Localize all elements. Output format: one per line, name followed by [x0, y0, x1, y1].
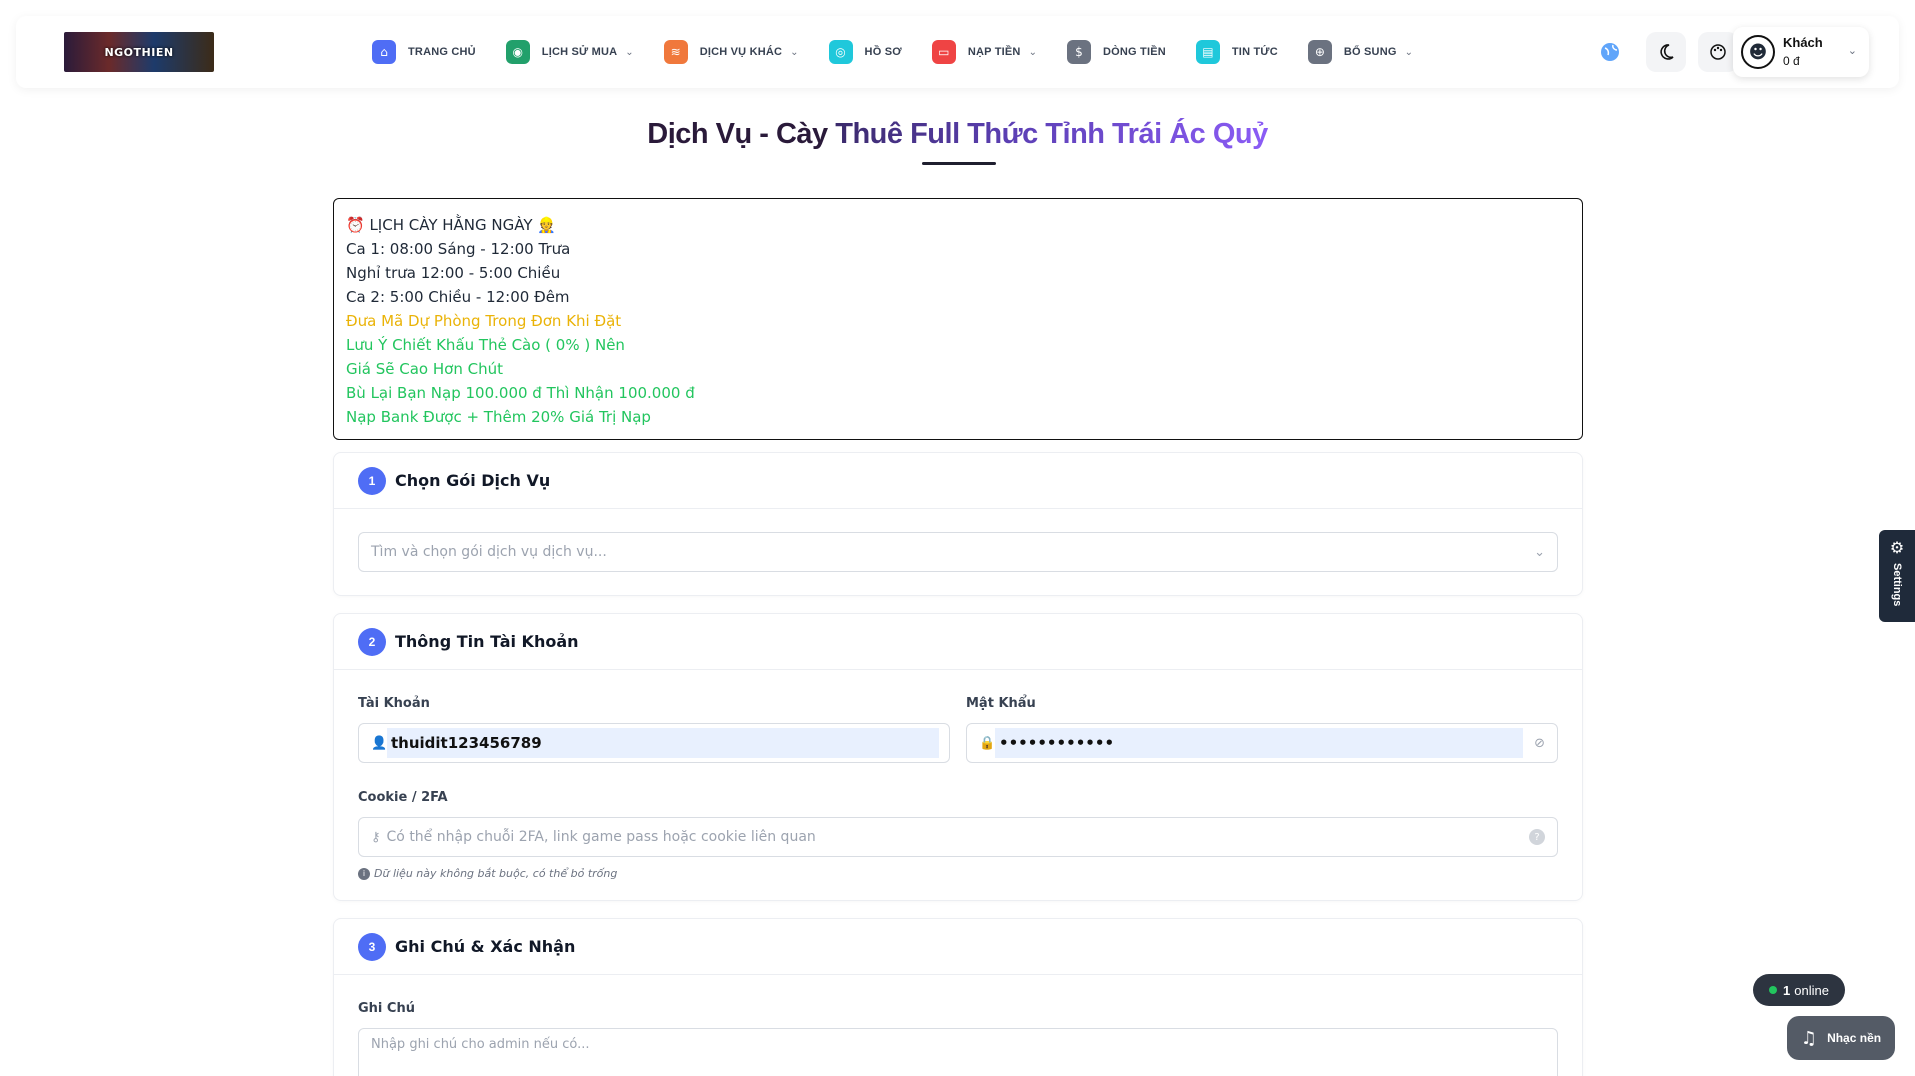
background-music-button[interactable]: ♫ Nhạc nền: [1787, 1016, 1895, 1060]
nav-label: TIN TỨC: [1231, 46, 1278, 58]
avatar: ☻: [1741, 35, 1775, 69]
wallet-icon: ▭: [931, 40, 956, 64]
cookie-2fa-field[interactable]: ⚷ Có thể nhập chuỗi 2FA, link game pass …: [358, 817, 1558, 857]
nav-label: NẠP TIỀN: [967, 46, 1021, 58]
page-title: Dịch Vụ - Cày Thuê Full Thức Tỉnh Trái Á…: [647, 118, 1268, 150]
nav-item-5[interactable]: $ DÒNG TIỀN: [1066, 38, 1166, 66]
help-icon[interactable]: ?: [1529, 829, 1545, 845]
user-menu[interactable]: ☻ Khách 0 đ ⌄: [1733, 27, 1869, 77]
chevron-down-icon: ⌄: [1404, 46, 1413, 58]
card-title: Ghi Chú & Xác Nhận: [395, 937, 576, 956]
user-name: Khách: [1783, 35, 1823, 50]
password-label: Mật Khẩu: [966, 696, 1036, 711]
notice-line: Bù Lại Bạn Nạp 100.000 đ Thì Nhận 100.00…: [346, 384, 695, 402]
nav-item-4[interactable]: ▭ NẠP TIỀN ⌄: [931, 38, 1037, 66]
gear-icon: ⚙: [1889, 538, 1905, 557]
step-number: 2: [358, 627, 386, 656]
notice-heading: ⏰ LỊCH CÀY HẰNG NGÀY 👷: [346, 216, 556, 234]
nav-label: DÒNG TIỀN: [1102, 46, 1166, 58]
user-balance: 0 đ: [1783, 54, 1800, 68]
layers-icon: ≋: [663, 40, 688, 64]
dollar-icon: $: [1066, 40, 1091, 64]
chevron-down-icon: ⌄: [1534, 544, 1545, 560]
cookie-label: Cookie / 2FA: [358, 790, 448, 805]
nav-item-2[interactable]: ≋ DỊCH VỤ KHÁC ⌄: [663, 38, 799, 66]
music-note-icon: ♫: [1800, 1027, 1818, 1049]
password-field[interactable]: 🔒 •••••••••••• ⊘: [966, 723, 1558, 763]
user-icon: 👤: [371, 735, 388, 751]
news-icon: ▤: [1195, 40, 1220, 64]
nav-label: BỔ SUNG: [1343, 46, 1397, 58]
notice-line: Giá Sẽ Cao Hơn Chút: [346, 360, 503, 378]
profile-icon: ◎: [828, 40, 853, 64]
nav-label: LỊCH SỬ MUA: [541, 46, 618, 58]
nav-item-3[interactable]: ◎ HỒ SƠ: [828, 38, 902, 66]
notice-line: Lưu Ý Chiết Khấu Thẻ Cào ( 0% ) Nên: [346, 336, 625, 354]
service-package-select[interactable]: Tìm và chọn gói dịch vụ dịch vụ... ⌄: [358, 532, 1558, 572]
info-icon: i: [358, 867, 370, 880]
title-underline: [922, 162, 996, 165]
step2-card: 2 Thông Tin Tài Khoản Tài Khoản 👤 thuidi…: [333, 613, 1583, 901]
top-navbar: NGOTHIEN ⌂ TRANG CHỦ ◉ LỊCH SỬ MUA ⌄ ≋ DỊCH VỤ…: [16, 16, 1899, 88]
chevron-down-icon: ⌄: [1847, 44, 1857, 57]
password-value: ••••••••••••: [995, 728, 1523, 758]
nav-item-0[interactable]: ⌂ TRANG CHỦ: [372, 38, 476, 66]
language-globe-icon[interactable]: [1590, 32, 1630, 72]
notice-line: Nạp Bank Được + Thêm 20% Giá Trị Nạp: [346, 408, 651, 426]
nav-label: DỊCH VỤ KHÁC: [699, 46, 783, 58]
main-nav: ⌂ TRANG CHỦ ◉ LỊCH SỬ MUA ⌄ ≋ DỊCH VỤ KHÁC ⌄ ◎ HỒ…: [372, 38, 1443, 66]
chevron-down-icon: ⌄: [1028, 46, 1037, 58]
nav-item-1[interactable]: ◉ LỊCH SỬ MUA ⌄: [505, 38, 634, 66]
nav-label: TRANG CHỦ: [408, 46, 476, 58]
card-title: Thông Tin Tài Khoản: [395, 632, 579, 651]
nav-label: HỒ SƠ: [864, 46, 902, 58]
eye-off-icon[interactable]: ⊘: [1534, 736, 1545, 751]
home-icon: ⌂: [372, 40, 396, 64]
account-label: Tài Khoản: [358, 696, 430, 711]
gamepad-icon: ◉: [505, 40, 530, 64]
note-textarea[interactable]: Nhập ghi chú cho admin nếu có...: [358, 1028, 1558, 1076]
nav-item-7[interactable]: ⊕ BỔ SUNG ⌄: [1307, 38, 1413, 66]
palette-icon[interactable]: [1698, 32, 1738, 72]
dark-mode-moon-icon[interactable]: [1646, 32, 1686, 72]
chevron-down-icon: ⌄: [625, 46, 634, 58]
step-number: 3: [358, 932, 386, 961]
notice-line: Nghỉ trưa 12:00 - 5:00 Chiều: [346, 264, 561, 282]
step1-card: 1 Chọn Gói Dịch Vụ Tìm và chọn gói dịch …: [333, 452, 1583, 596]
online-dot: [1769, 986, 1778, 994]
online-counter: 1 online: [1753, 974, 1845, 1006]
schedule-notice: ⏰ LỊCH CÀY HẰNG NGÀY 👷 Ca 1: 08:00 Sáng …: [333, 198, 1583, 440]
key-icon: ⚷: [371, 829, 381, 845]
nav-item-6[interactable]: ▤ TIN TỨC: [1195, 38, 1278, 66]
notice-line: Đưa Mã Dự Phòng Trong Đơn Khi Đặt: [346, 312, 622, 330]
step3-card: 3 Ghi Chú & Xác Nhận Ghi Chú Nhập ghi ch…: [333, 918, 1583, 1076]
chevron-down-icon: ⌄: [790, 46, 799, 58]
site-logo[interactable]: NGOTHIEN: [64, 32, 214, 72]
card-title: Chọn Gói Dịch Vụ: [395, 471, 551, 490]
plus-circle-icon: ⊕: [1307, 40, 1332, 64]
notice-line: Ca 2: 5:00 Chiều - 12:00 Đêm: [346, 288, 570, 306]
notice-line: Ca 1: 08:00 Sáng - 12:00 Trưa: [346, 240, 571, 258]
lock-icon: 🔒: [979, 735, 996, 751]
note-label: Ghi Chú: [358, 1001, 415, 1016]
cookie-hint: i Dữ liệu này không bắt buộc, có thể bỏ …: [358, 867, 617, 880]
settings-tab[interactable]: ⚙ Settings: [1879, 530, 1915, 622]
account-field[interactable]: 👤 thuidit123456789: [358, 723, 950, 763]
step-number: 1: [358, 466, 386, 495]
account-value: thuidit123456789: [387, 728, 939, 758]
